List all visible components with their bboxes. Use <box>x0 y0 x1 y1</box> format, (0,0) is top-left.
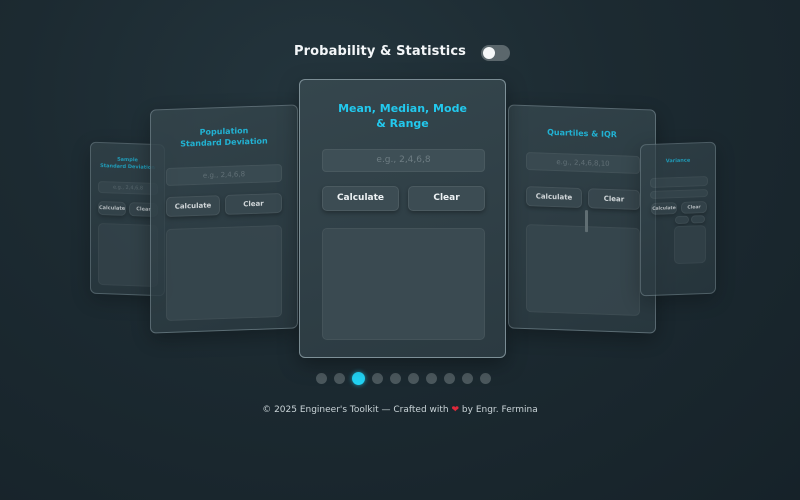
carousel-dot[interactable] <box>372 373 383 384</box>
carousel-dot[interactable] <box>390 373 401 384</box>
footer: © 2025 Engineer's Toolkit — Crafted with… <box>0 405 800 415</box>
card-title: Quartiles & IQR <box>547 127 617 140</box>
card-title: Variance <box>665 157 691 165</box>
carousel-dot[interactable] <box>462 373 473 384</box>
card-title: Population Standard Deviation <box>151 124 297 151</box>
card-carousel: Sample Standard Deviation e.g., 2,4,6,8 … <box>0 0 800 380</box>
carousel-dot[interactable] <box>316 373 327 384</box>
data-input-secondary[interactable] <box>650 188 708 199</box>
carousel-dots <box>316 372 491 386</box>
calculate-button[interactable]: Calculate <box>526 186 582 208</box>
heart-icon: ❤ <box>451 405 460 415</box>
carousel-dot[interactable] <box>480 373 491 384</box>
calculate-button[interactable]: Calculate <box>98 200 126 216</box>
calculate-button[interactable]: Calculate <box>651 202 677 215</box>
mini-button[interactable] <box>691 215 705 224</box>
card-mean-median-mode-range[interactable]: Mean, Median, Mode & Range e.g., 2,4,6,8… <box>299 79 506 358</box>
clear-button[interactable]: Clear <box>681 200 707 214</box>
card-quartiles-iqr[interactable]: Quartiles & IQR e.g., 2,4,6,8,10 Calcula… <box>508 104 656 334</box>
clear-button[interactable]: Clear <box>588 188 640 211</box>
input-placeholder: e.g., 2,4,6,8 <box>112 184 144 192</box>
input-placeholder: e.g., 2,4,6,8,10 <box>556 158 610 168</box>
footer-author: by Engr. Fermina <box>461 405 538 415</box>
data-input[interactable] <box>650 175 708 188</box>
card-title-line: Mean, Median, Mode <box>338 102 467 115</box>
scrollbar-thumb[interactable] <box>585 210 588 233</box>
result-area <box>322 228 485 340</box>
result-area <box>166 224 282 322</box>
card-title-line: & Range <box>376 116 429 130</box>
input-placeholder: e.g., 2,4,6,8 <box>202 170 246 180</box>
calculate-button[interactable]: Calculate <box>166 195 220 218</box>
card-title: Mean, Median, Mode & Range <box>300 102 505 132</box>
carousel-dot[interactable] <box>408 373 419 384</box>
carousel-dot[interactable] <box>334 373 345 384</box>
calculate-button[interactable]: Calculate <box>322 186 399 211</box>
data-input[interactable]: e.g., 2,4,6,8 <box>98 180 158 196</box>
card-population-std-dev[interactable]: Population Standard Deviation e.g., 2,4,… <box>150 104 298 334</box>
data-input[interactable]: e.g., 2,4,6,8,10 <box>526 152 640 175</box>
clear-button[interactable]: Clear <box>225 192 282 215</box>
footer-text: © 2025 Engineer's Toolkit — Crafted with <box>262 405 449 415</box>
card-variance[interactable]: Variance Calculate Clear <box>640 141 716 297</box>
input-placeholder: e.g., 2,4,6,8 <box>376 155 431 165</box>
carousel-dot[interactable] <box>426 373 437 384</box>
data-input[interactable]: e.g., 2,4,6,8 <box>322 149 485 172</box>
result-area <box>674 225 706 265</box>
mini-button[interactable] <box>675 215 689 225</box>
result-area <box>526 224 640 317</box>
result-area <box>98 222 158 288</box>
carousel-dot[interactable] <box>444 373 455 384</box>
data-input[interactable]: e.g., 2,4,6,8 <box>166 163 282 187</box>
clear-button[interactable]: Clear <box>408 186 485 211</box>
carousel-dot-active[interactable] <box>352 372 365 385</box>
